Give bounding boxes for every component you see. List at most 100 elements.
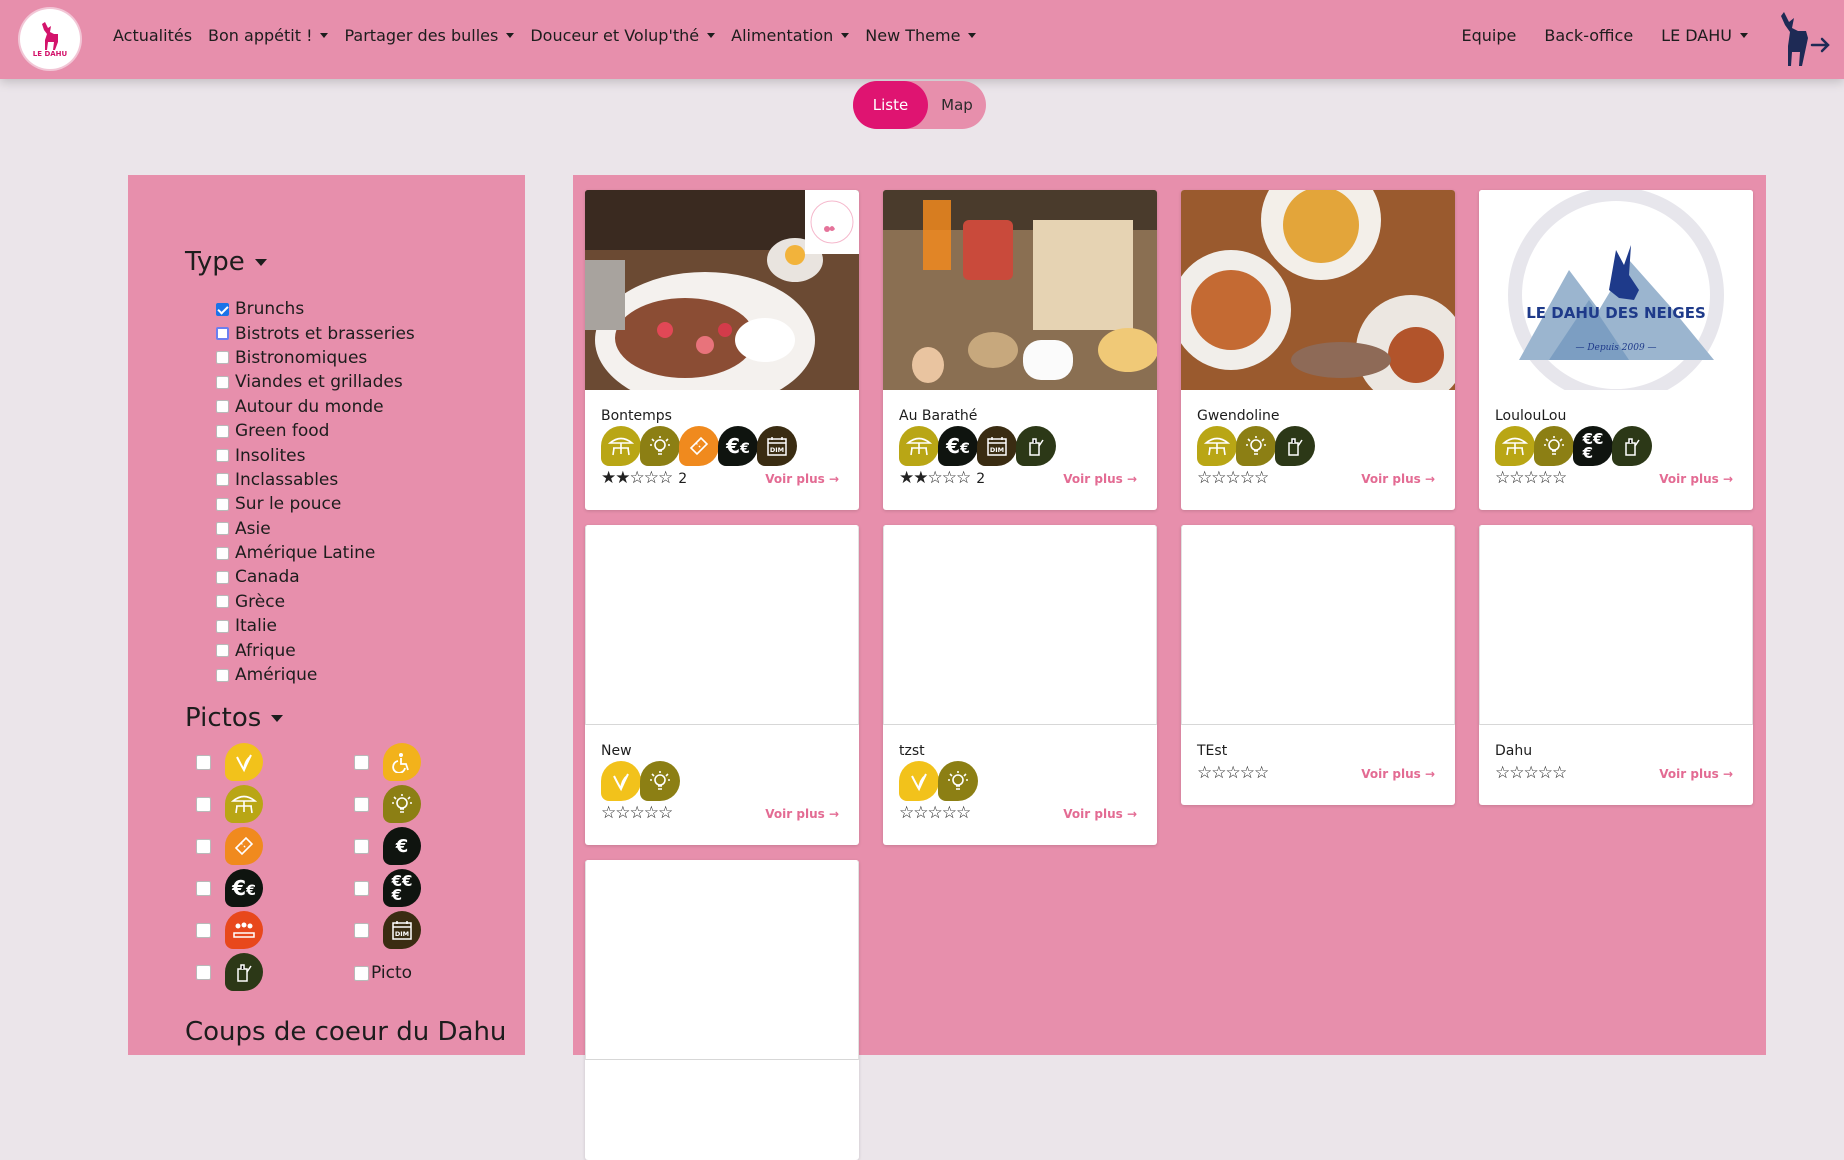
logout-button[interactable] bbox=[1772, 8, 1832, 70]
nav-item-back-office[interactable]: Back-office bbox=[1544, 26, 1633, 45]
picto-checkbox[interactable] bbox=[196, 922, 211, 938]
nav-item-new-theme[interactable]: New Theme bbox=[865, 26, 977, 45]
photo-brunch-bowl bbox=[585, 190, 859, 390]
restaurant-card[interactable]: Dahu ☆ ☆ ☆ ☆ ☆ Voir plus → bbox=[1479, 525, 1753, 805]
picto-option[interactable] bbox=[196, 911, 263, 949]
picto-option[interactable]: €€ € bbox=[354, 869, 421, 907]
type-option[interactable]: Canada bbox=[216, 565, 415, 589]
voir-plus-link[interactable]: Voir plus → bbox=[1361, 472, 1435, 486]
picto-checkbox[interactable] bbox=[196, 838, 211, 854]
voir-plus-link[interactable]: Voir plus → bbox=[1361, 767, 1435, 781]
type-checkbox[interactable] bbox=[216, 546, 229, 560]
type-checkbox[interactable] bbox=[216, 424, 229, 438]
coups-de-coeur-title[interactable]: Coups de coeur du Dahu bbox=[185, 1017, 506, 1047]
restaurant-card[interactable]: New ☆ ☆ ☆ ☆ ☆ Voir plus → bbox=[585, 525, 859, 845]
picto-checkbox[interactable] bbox=[196, 964, 211, 980]
type-option[interactable]: Asie bbox=[216, 517, 415, 541]
voir-plus-link[interactable]: Voir plus → bbox=[1659, 472, 1733, 486]
type-option[interactable]: Amérique bbox=[216, 663, 415, 687]
picto-checkbox[interactable] bbox=[196, 754, 211, 770]
type-option[interactable]: Amérique Latine bbox=[216, 541, 415, 565]
restaurant-card[interactable]: TEst ☆ ☆ ☆ ☆ ☆ Voir plus → bbox=[1181, 525, 1455, 805]
picto-checkbox[interactable] bbox=[196, 880, 211, 896]
euro-two-icon: €€ € bbox=[383, 869, 421, 907]
picto-option[interactable]: DIM bbox=[354, 911, 421, 949]
map-view-button[interactable]: Map bbox=[928, 81, 986, 129]
restaurant-pictos bbox=[899, 761, 978, 801]
restaurant-card[interactable]: Bontemps €€ DIM ★ ★ ☆ ☆ ☆ 2 Voir plus → bbox=[585, 190, 859, 510]
voir-plus-link[interactable]: Voir plus → bbox=[1063, 472, 1137, 486]
type-option[interactable]: Italie bbox=[216, 614, 415, 638]
nav-item-douceur-et-volup-th-[interactable]: Douceur et Volup'thé bbox=[530, 26, 716, 45]
type-option[interactable]: Green food bbox=[216, 419, 415, 443]
picto-option[interactable] bbox=[196, 785, 263, 823]
picto-option[interactable] bbox=[354, 785, 421, 823]
type-option[interactable]: Viandes et grillades bbox=[216, 370, 415, 394]
type-option[interactable]: Autour du monde bbox=[216, 395, 415, 419]
picto-option[interactable]: € bbox=[354, 827, 421, 865]
nav-item-bon-app-tit-[interactable]: Bon appétit ! bbox=[208, 26, 329, 45]
picto-checkbox[interactable] bbox=[354, 754, 369, 770]
restaurant-card[interactable]: tzst ☆ ☆ ☆ ☆ ☆ Voir plus → bbox=[883, 525, 1157, 845]
type-option[interactable]: Brunchs bbox=[216, 297, 415, 321]
voir-plus-link[interactable]: Voir plus → bbox=[1063, 807, 1137, 821]
voir-plus-link[interactable]: Voir plus → bbox=[765, 807, 839, 821]
type-checkbox[interactable] bbox=[216, 668, 229, 682]
list-view-button[interactable]: Liste bbox=[853, 81, 928, 129]
type-option[interactable]: Bistrots et brasseries bbox=[216, 321, 415, 345]
type-checkbox[interactable] bbox=[216, 595, 229, 609]
picto-option[interactable] bbox=[196, 827, 263, 865]
type-filter-toggle[interactable]: Type bbox=[185, 247, 267, 277]
voir-plus-link[interactable]: Voir plus → bbox=[765, 472, 839, 486]
type-checkbox[interactable] bbox=[216, 497, 229, 511]
picto-option[interactable] bbox=[196, 953, 263, 991]
type-option[interactable]: Sur le pouce bbox=[216, 492, 415, 516]
picto-checkbox[interactable] bbox=[196, 796, 211, 812]
picto-option[interactable]: Picto bbox=[354, 963, 412, 983]
site-logo[interactable]: LE DAHU bbox=[20, 9, 80, 69]
type-checkbox[interactable] bbox=[216, 375, 229, 389]
type-option[interactable]: Inclassables bbox=[216, 468, 415, 492]
star-empty-icon: ☆ bbox=[913, 803, 928, 823]
type-checkbox[interactable] bbox=[216, 619, 229, 633]
picto-checkbox[interactable] bbox=[354, 880, 369, 896]
star-empty-icon: ☆ bbox=[1495, 763, 1510, 783]
voir-plus-link[interactable]: Voir plus → bbox=[1659, 767, 1733, 781]
restaurant-pictos bbox=[601, 761, 680, 801]
pictos-filter-toggle[interactable]: Pictos bbox=[185, 703, 284, 733]
picto-checkbox[interactable] bbox=[354, 838, 369, 854]
type-checkbox[interactable] bbox=[216, 351, 229, 365]
restaurant-card[interactable]: LE DAHU DES NEIGES — Depuis 2009 — LoulouL… bbox=[1479, 190, 1753, 510]
restaurant-card[interactable]: Au Barathé €€ DIM ★ ★ ☆ ☆ ☆ 2 Voir plus → bbox=[883, 190, 1157, 510]
restaurant-name: TEst bbox=[1197, 743, 1228, 759]
picto-option[interactable]: €€ bbox=[196, 869, 263, 907]
type-checkbox[interactable] bbox=[216, 473, 229, 487]
wine-bottle-icon bbox=[1275, 426, 1315, 466]
picto-checkbox[interactable] bbox=[354, 965, 369, 981]
picto-checkbox[interactable] bbox=[354, 922, 369, 938]
nav-item-actualit-s[interactable]: Actualités bbox=[113, 26, 192, 45]
nav-item-alimentation[interactable]: Alimentation bbox=[731, 26, 850, 45]
restaurant-card[interactable]: Gwendoline ☆ ☆ ☆ ☆ ☆ Voir plus → bbox=[1181, 190, 1455, 510]
type-checkbox[interactable] bbox=[216, 400, 229, 414]
picto-checkbox[interactable] bbox=[354, 796, 369, 812]
type-option[interactable]: Afrique bbox=[216, 638, 415, 662]
idea-bulb-icon bbox=[640, 761, 680, 801]
type-option[interactable]: Bistronomiques bbox=[216, 346, 415, 370]
type-checkbox[interactable] bbox=[216, 644, 229, 658]
top-navbar: LE DAHU Actualités Bon appétit ! Partager … bbox=[0, 0, 1844, 79]
picto-option[interactable] bbox=[354, 743, 421, 781]
restaurant-card[interactable] bbox=[585, 860, 859, 1160]
idea-bulb-icon bbox=[1534, 426, 1574, 466]
nav-item-partager-des-bulles[interactable]: Partager des bulles bbox=[344, 26, 515, 45]
type-option[interactable]: Grèce bbox=[216, 590, 415, 614]
nav-item-equipe[interactable]: Equipe bbox=[1461, 26, 1516, 45]
type-checkbox[interactable] bbox=[216, 327, 229, 341]
type-option[interactable]: Insolites bbox=[216, 443, 415, 467]
type-checkbox[interactable] bbox=[216, 449, 229, 463]
nav-item-le-dahu[interactable]: LE DAHU bbox=[1661, 26, 1748, 45]
picto-option[interactable] bbox=[196, 743, 263, 781]
type-checkbox[interactable] bbox=[216, 522, 229, 536]
type-checkbox[interactable] bbox=[216, 302, 229, 316]
type-checkbox[interactable] bbox=[216, 570, 229, 584]
